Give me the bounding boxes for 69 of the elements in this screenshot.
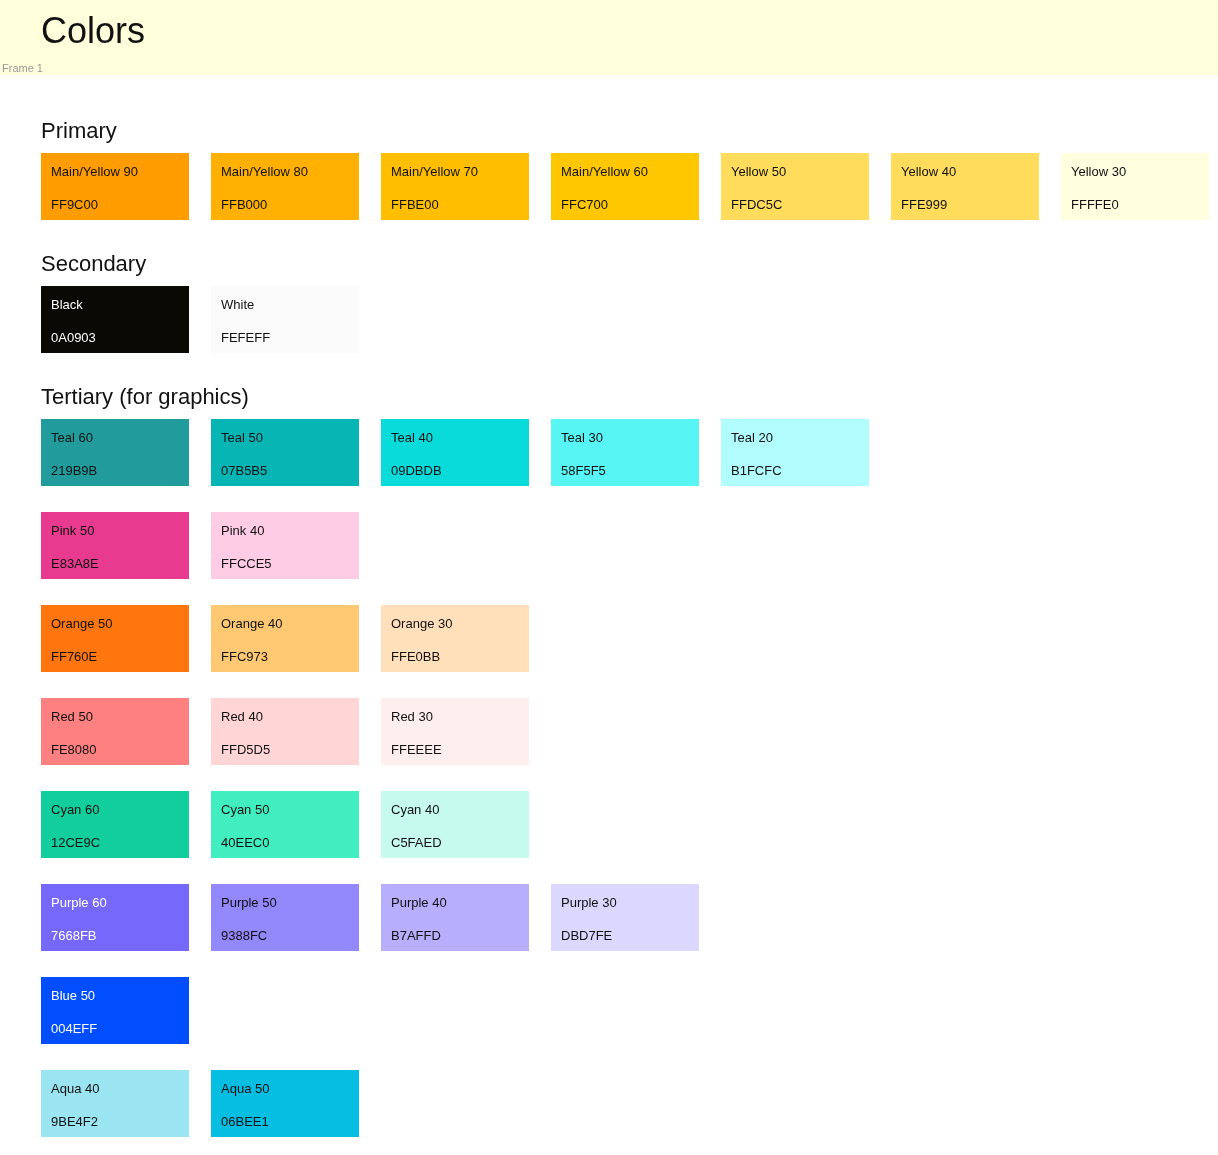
hex-code: C5FAED [391,833,443,852]
hex-code: FFC700 [561,195,609,214]
hex-code: FFBE00 [391,195,440,214]
swatch-name: Main/Yellow 90 [51,163,139,181]
hex-code: FFFFE0 [1071,195,1120,214]
hex-code: FFC973 [221,647,269,666]
hex-code: 07B5B5 [221,461,269,480]
section-heading: Tertiary (for graphics) [41,383,250,411]
swatch-name: Orange 40 [221,615,284,633]
hex-code: B1FCFC [731,461,783,480]
hex-code: 004EFF [51,1019,99,1038]
swatch-name: Teal 30 [561,429,604,447]
swatch-name: Main/Yellow 70 [391,163,479,181]
hex-code: 12CE9C [51,833,102,852]
hex-code: FFCCE5 [221,554,273,573]
swatch-name: Black [51,296,84,314]
hex-code: 9388FC [221,926,269,945]
swatch-name: Teal 40 [391,429,434,447]
swatch-name: Orange 30 [391,615,454,633]
page-title: Colors [41,9,146,53]
swatch-name: Blue 50 [51,987,97,1005]
section-heading: Secondary [41,250,148,278]
hex-code: 9BE4F2 [51,1112,99,1131]
frame-label: Frame 1 [2,61,43,76]
hex-code: FE8080 [51,740,98,759]
swatch-name: Orange 50 [51,615,114,633]
swatch-name: Purple 40 [391,894,448,912]
swatch-name: Aqua 50 [221,1080,271,1098]
hex-code: 7668FB [51,926,98,945]
hex-code: 06BEE1 [221,1112,270,1131]
hex-code: FFE999 [901,195,949,214]
hex-code: E83A8E [51,554,100,573]
swatch-name: Purple 30 [561,894,618,912]
hex-code: FFD5D5 [221,740,272,759]
swatch-name: Main/Yellow 60 [561,163,649,181]
swatch-name: Purple 50 [221,894,278,912]
swatch-name: Cyan 40 [391,801,441,819]
swatch-name: Red 40 [221,708,264,726]
hex-code: FFE0BB [391,647,442,666]
swatch-name: Main/Yellow 80 [221,163,309,181]
swatch-name: Aqua 40 [51,1080,101,1098]
swatch-name: Pink 40 [221,522,266,540]
swatch-name: Teal 20 [731,429,774,447]
hex-code: 40EEC0 [221,833,271,852]
hex-code: 58F5F5 [561,461,607,480]
swatch-name: Teal 60 [51,429,94,447]
swatch-name: Red 50 [51,708,94,726]
swatch-name: Yellow 30 [1071,163,1128,181]
swatch-name: Cyan 60 [51,801,101,819]
swatch-name: Teal 50 [221,429,264,447]
hex-code: FEFEFF [221,328,272,347]
swatch-name: Yellow 40 [901,163,958,181]
hex-code: 0A0903 [51,328,97,347]
hex-code: B7AFFD [391,926,442,945]
hex-code: FF9C00 [51,195,99,214]
swatch-name: Pink 50 [51,522,96,540]
hex-code: 219B9B [51,461,99,480]
hex-code: FF760E [51,647,99,666]
section-heading: Primary [41,117,118,145]
swatch-name: Yellow 50 [731,163,788,181]
hex-code: FFDC5C [731,195,784,214]
hex-code: FFB000 [221,195,269,214]
swatch-name: White [221,296,256,314]
swatch-name: Cyan 50 [221,801,271,819]
hex-code: FFEEEE [391,740,443,759]
swatch-name: Purple 60 [51,894,108,912]
hex-code: DBD7FE [561,926,614,945]
hex-code: 09DBDB [391,461,443,480]
swatch-name: Red 30 [391,708,434,726]
